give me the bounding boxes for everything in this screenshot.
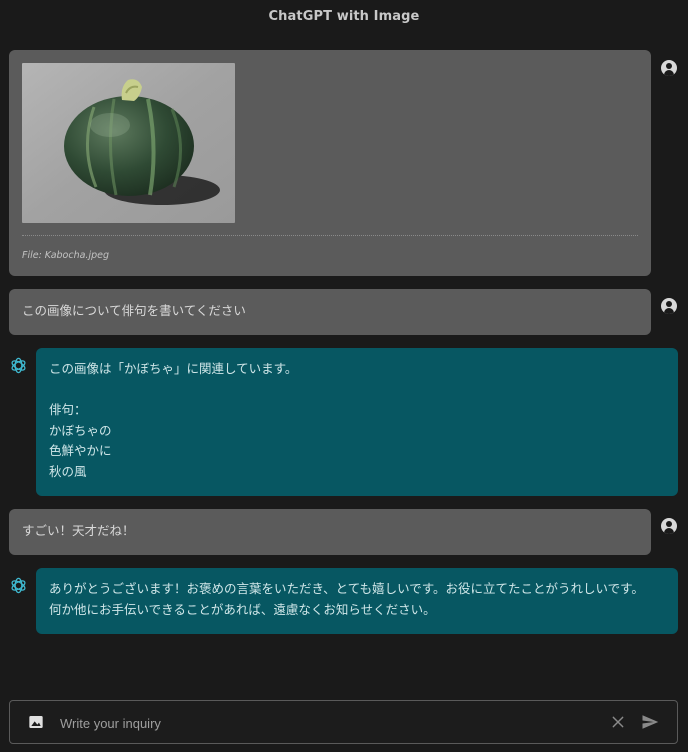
openai-logo-icon xyxy=(11,577,26,594)
account-circle-icon xyxy=(661,518,677,534)
image-icon[interactable] xyxy=(28,714,44,730)
account-circle-icon xyxy=(661,298,677,314)
message-text: この画像について俳句を書いてください xyxy=(22,303,246,318)
assistant-message: この画像は「かぼちゃ」に関連しています。 俳句： かぼちゃの 色鮮やかに 秋の風 xyxy=(36,348,678,496)
close-icon[interactable] xyxy=(610,714,626,730)
user-message: すごい！天才だね！ xyxy=(9,509,651,555)
message-text: すごい！天才だね！ xyxy=(22,523,135,538)
uploaded-image-thumbnail[interactable] xyxy=(22,63,235,223)
message-text: ありがとうございます！お褒めの言葉をいただき、とても嬉しいです。お役に立てたこと… xyxy=(49,581,644,617)
account-circle-icon xyxy=(661,60,677,76)
user-image-message: File: Kabocha.jpeg xyxy=(9,50,651,276)
send-icon[interactable] xyxy=(640,713,660,731)
chat-app: ChatGPT with Image File: Kabocha.jpeg この… xyxy=(0,0,688,752)
user-message: この画像について俳句を書いてください xyxy=(9,289,651,335)
app-title: ChatGPT with Image xyxy=(268,9,420,24)
openai-logo-icon xyxy=(11,357,26,374)
image-divider xyxy=(22,235,638,236)
chat-input-bar xyxy=(9,700,678,744)
message-text: この画像は「かぼちゃ」に関連しています。 俳句： かぼちゃの 色鮮やかに 秋の風 xyxy=(49,361,298,479)
inquiry-input[interactable] xyxy=(58,711,592,735)
file-caption: File: Kabocha.jpeg xyxy=(22,250,109,261)
assistant-message: ありがとうございます！お褒めの言葉をいただき、とても嬉しいです。お役に立てたこと… xyxy=(36,568,678,634)
